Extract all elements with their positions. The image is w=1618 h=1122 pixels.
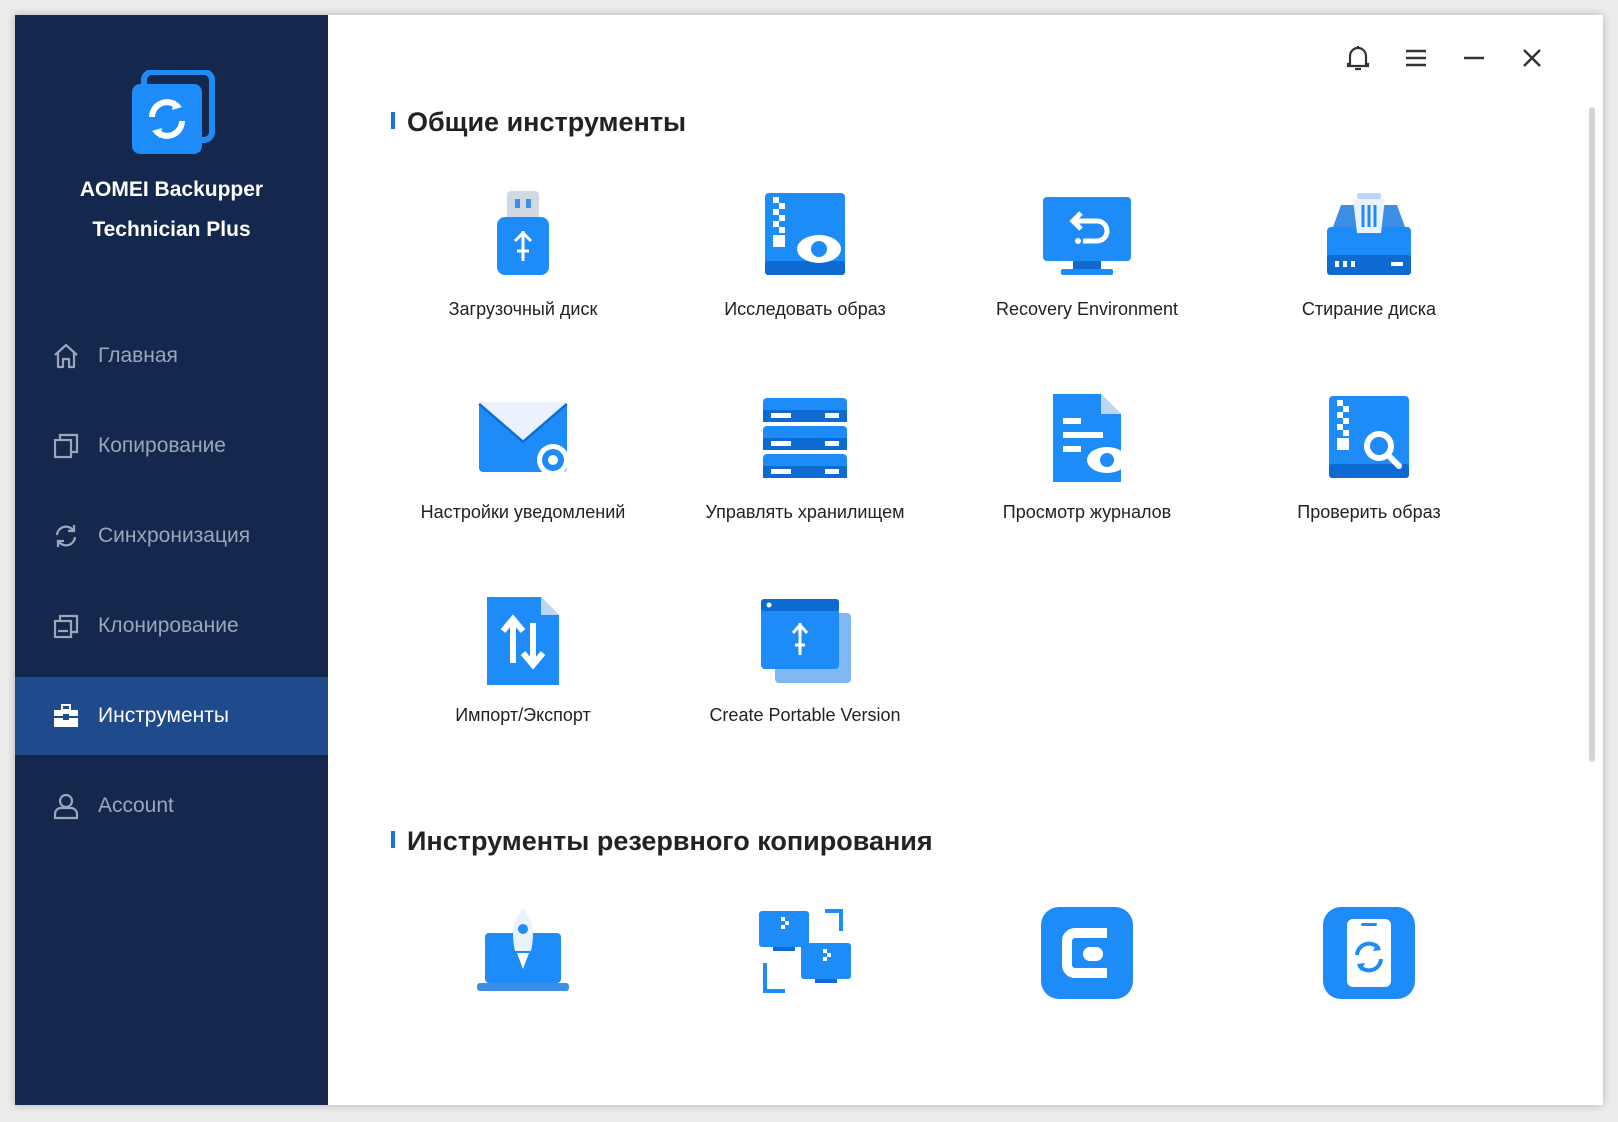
sidebar-nav: Главная Копирование Синхронизация Клонир… bbox=[15, 317, 328, 857]
app-logo-icon bbox=[126, 69, 218, 162]
clone-icon bbox=[51, 611, 81, 641]
close-icon[interactable] bbox=[1517, 43, 1547, 73]
tool-label: Recovery Environment bbox=[995, 299, 1179, 319]
check-image-icon bbox=[1329, 396, 1409, 478]
home-icon bbox=[51, 341, 81, 371]
minimize-icon[interactable] bbox=[1459, 43, 1489, 73]
brand: AOMEI Backupper Technician Plus bbox=[15, 69, 328, 242]
section-title-common: Общие инструменты bbox=[391, 107, 686, 138]
usb-drive-icon bbox=[497, 191, 549, 275]
view-logs-icon bbox=[1053, 394, 1127, 482]
sidebar-item-clone[interactable]: Клонирование bbox=[15, 587, 328, 665]
recovery-monitor-icon bbox=[1043, 197, 1131, 275]
sidebar-item-backup[interactable]: Копирование bbox=[15, 407, 328, 485]
main-content: Общие инструменты Загрузочный диск Иссле… bbox=[328, 15, 1603, 1105]
tool-import-export[interactable]: Импорт/Экспорт bbox=[388, 593, 658, 726]
sidebar-item-label: Клонирование bbox=[98, 614, 239, 637]
user-icon bbox=[51, 791, 81, 821]
tool-label: Create Portable Version bbox=[709, 705, 901, 725]
sidebar-item-tools[interactable]: Инструменты bbox=[15, 677, 328, 755]
tool-phone-sync[interactable] bbox=[1234, 903, 1504, 1003]
explore-image-icon bbox=[765, 193, 845, 275]
sidebar-item-home[interactable]: Главная bbox=[15, 317, 328, 395]
disk-wipe-icon bbox=[1327, 193, 1411, 275]
sidebar-item-label: Инструменты bbox=[98, 704, 229, 727]
tool-manage-storage[interactable]: Управлять хранилищем bbox=[670, 390, 940, 523]
sidebar-item-account[interactable]: Account bbox=[15, 767, 328, 845]
tool-explore-image[interactable]: Исследовать образ bbox=[670, 187, 940, 320]
portable-version-icon bbox=[761, 599, 851, 683]
tool-label: Проверить образ bbox=[1297, 502, 1441, 522]
sidebar: AOMEI Backupper Technician Plus Главная … bbox=[15, 15, 328, 1105]
app-window: AOMEI Backupper Technician Plus Главная … bbox=[15, 15, 1603, 1105]
import-export-icon bbox=[487, 597, 559, 685]
mail-settings-icon bbox=[478, 402, 569, 476]
storage-server-icon bbox=[763, 398, 847, 478]
tool-label: Импорт/Экспорт bbox=[455, 705, 591, 725]
tool-check-image[interactable]: Проверить образ bbox=[1234, 390, 1504, 523]
tool-recovery-environment[interactable]: Recovery Environment bbox=[952, 187, 1222, 320]
sidebar-item-label: Главная bbox=[98, 344, 178, 367]
tool-cbackup[interactable] bbox=[952, 903, 1222, 1003]
tool-label: Загрузочный диск bbox=[448, 299, 598, 319]
brand-name: AOMEI Backupper bbox=[79, 178, 264, 201]
pc-transfer-icon bbox=[759, 909, 851, 993]
brand-edition: Technician Plus bbox=[92, 218, 251, 241]
backup-icon bbox=[51, 431, 81, 461]
tool-view-logs[interactable]: Просмотр журналов bbox=[952, 390, 1222, 523]
toolbox-icon bbox=[51, 701, 81, 731]
tool-disk-wipe[interactable]: Стирание диска bbox=[1234, 187, 1504, 320]
tool-pc-transfer[interactable] bbox=[670, 903, 940, 1003]
sidebar-item-label: Копирование bbox=[98, 434, 226, 457]
cbackup-icon bbox=[1041, 907, 1133, 999]
sidebar-item-label: Account bbox=[98, 794, 174, 817]
bell-icon[interactable] bbox=[1343, 43, 1373, 73]
tool-notification-settings[interactable]: Настройки уведомлений bbox=[388, 390, 658, 523]
tool-label: Управлять хранилищем bbox=[705, 502, 905, 522]
tool-boot-disk[interactable]: Загрузочный диск bbox=[388, 187, 658, 320]
section-title-backup: Инструменты резервного копирования bbox=[391, 826, 933, 857]
launch-laptop-icon bbox=[477, 909, 569, 991]
phone-sync-icon bbox=[1323, 907, 1415, 999]
tool-label: Просмотр журналов bbox=[1002, 502, 1172, 522]
tool-label: Настройки уведомлений bbox=[420, 502, 626, 522]
tool-label: Исследовать образ bbox=[724, 299, 886, 319]
tool-launch-laptop[interactable] bbox=[388, 903, 658, 1003]
scrollbar[interactable] bbox=[1589, 107, 1595, 762]
sidebar-item-label: Синхронизация bbox=[98, 524, 251, 547]
tool-label: Стирание диска bbox=[1301, 299, 1437, 319]
tool-create-portable-version[interactable]: Create Portable Version bbox=[670, 593, 940, 726]
sync-icon bbox=[51, 521, 81, 551]
sidebar-item-sync[interactable]: Синхронизация bbox=[15, 497, 328, 575]
menu-icon[interactable] bbox=[1401, 43, 1431, 73]
